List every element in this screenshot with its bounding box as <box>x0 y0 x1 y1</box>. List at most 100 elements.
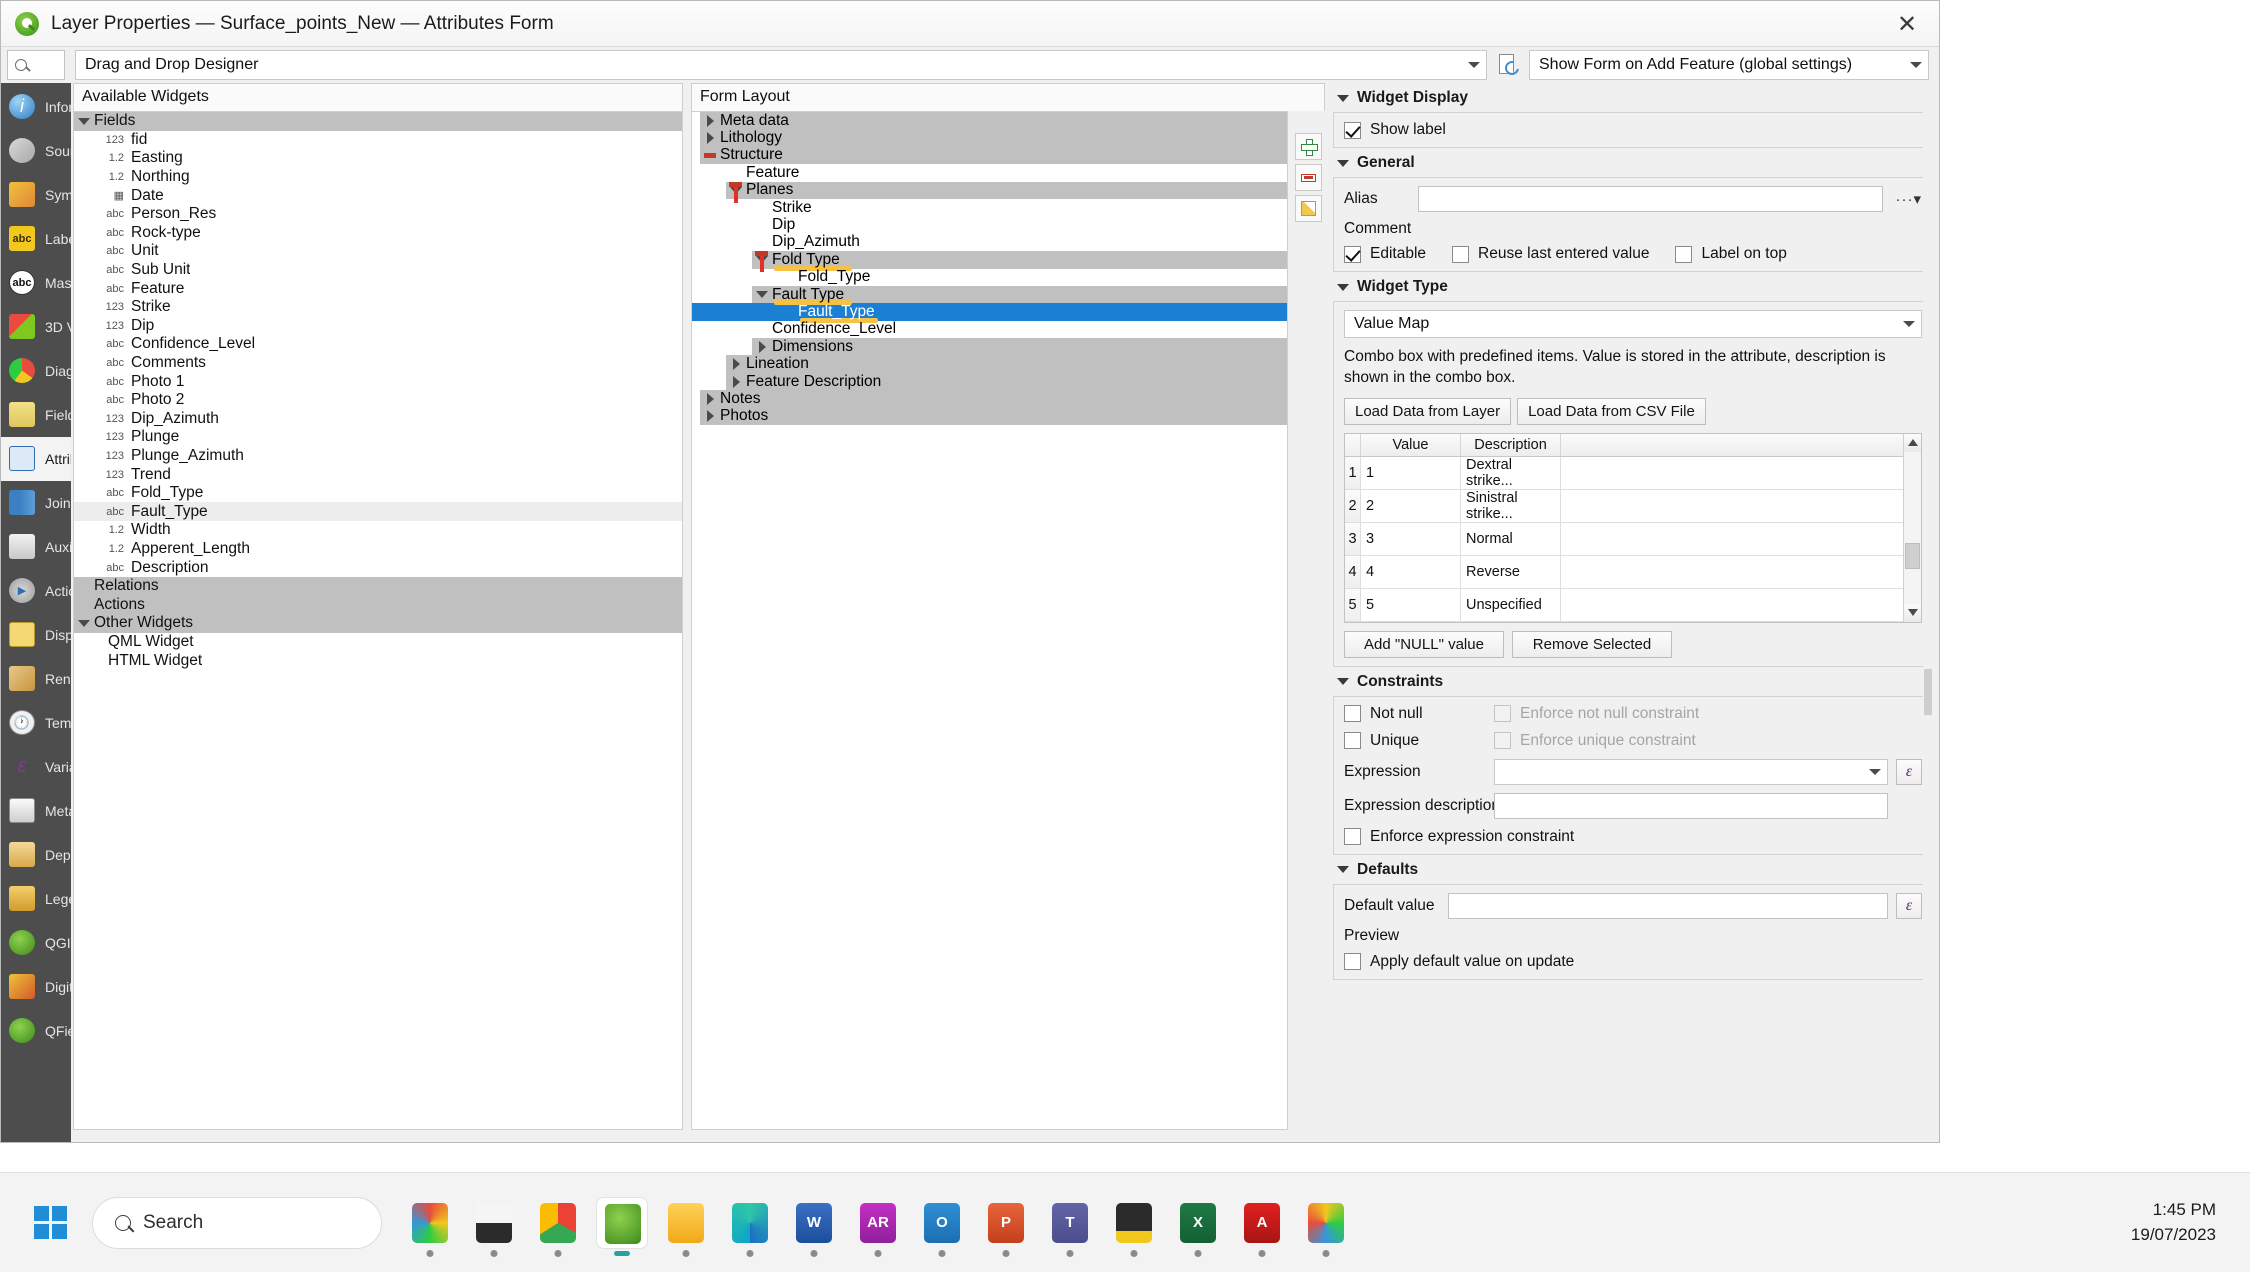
sidebar-item-source[interactable]: Source <box>1 129 71 173</box>
value-map-table[interactable]: Value Description 1 1 Dextral strike... 2 2 Sin… <box>1344 432 1922 623</box>
field-row[interactable]: abc Photo 2 <box>74 391 682 410</box>
enforce-not-null-checkbox[interactable] <box>1494 705 1511 723</box>
teams-icon[interactable]: T <box>1044 1197 1096 1257</box>
reuse-row[interactable]: Reuse last entered value <box>1452 245 1649 263</box>
field-row[interactable]: 123 Plunge <box>74 428 682 447</box>
table-row[interactable]: 3 3 Normal <box>1345 522 1903 556</box>
sidebar-item-display[interactable]: Display <box>1 613 71 657</box>
weather-widget-icon[interactable] <box>404 1197 456 1257</box>
widget-group-row[interactable]: Fields <box>74 112 682 131</box>
form-layout-group-row[interactable]: Fold Type <box>692 251 1287 273</box>
form-layout-group-row[interactable]: Structure <box>692 146 1287 165</box>
sidebar-item-masks[interactable]: abc Masks <box>1 261 71 305</box>
form-layout-group-row[interactable]: Meta data <box>692 112 1287 130</box>
field-row[interactable]: abc Unit <box>74 242 682 261</box>
default-value-field[interactable] <box>1448 892 1888 919</box>
windows-start-icon[interactable] <box>28 1201 72 1245</box>
field-row[interactable]: 123 fid <box>74 131 682 150</box>
field-row[interactable]: abc Description <box>74 558 682 577</box>
table-row[interactable]: 2 2 Sinistral strike... <box>1345 489 1903 523</box>
show-label-checkbox[interactable] <box>1344 121 1361 139</box>
sidebar-item-diagrams[interactable]: Diagrams <box>1 349 71 393</box>
enforce-expression-checkbox[interactable] <box>1344 828 1361 846</box>
form-layout-group-row[interactable]: Dimensions <box>692 338 1287 356</box>
field-row[interactable]: abc Person_Res <box>74 205 682 224</box>
table-row[interactable]: 4 4 Reverse <box>1345 555 1903 589</box>
word-icon[interactable]: W <box>788 1197 840 1257</box>
enforce-unique-row[interactable]: Enforce unique constraint <box>1494 732 1696 750</box>
defaults-header[interactable]: Defaults <box>1333 855 1933 884</box>
add-null-value-button[interactable]: Add "NULL" value <box>1344 630 1504 658</box>
field-row[interactable]: abc Photo 1 <box>74 372 682 391</box>
alias-field[interactable] <box>1418 186 1884 212</box>
table-row[interactable]: 1 1 Dextral strike... <box>1345 456 1903 490</box>
sidebar-item-fields[interactable]: Fields <box>1 393 71 437</box>
enforce-expression-row[interactable]: Enforce expression constraint <box>1344 828 1922 846</box>
powerpoint-icon[interactable]: P <box>980 1197 1032 1257</box>
reuse-last-value-checkbox[interactable] <box>1452 245 1470 263</box>
field-row[interactable]: 1.2 Northing <box>74 168 682 187</box>
sidebar-item-temporal[interactable]: 🕐 Temporal <box>1 701 71 745</box>
value-map-scrollbar[interactable] <box>1903 433 1921 622</box>
close-icon[interactable]: ✕ <box>1875 1 1939 47</box>
field-row[interactable]: abc Comments <box>74 354 682 373</box>
form-layout-group-row[interactable]: Lithology <box>692 129 1287 147</box>
epsilon-expression-icon[interactable]: ε <box>1896 758 1922 785</box>
widget-group-row[interactable]: Relations <box>74 576 682 596</box>
form-layout-group-row[interactable]: Planes <box>692 181 1287 203</box>
form-layout-group-row[interactable]: Feature Description <box>692 373 1287 391</box>
unique-checkbox[interactable] <box>1344 732 1361 750</box>
taskbar-clock[interactable]: 1:45 PM 19/07/2023 <box>2131 1198 2216 1247</box>
show-label-row[interactable]: Show label <box>1344 121 1922 139</box>
value-cell[interactable]: 1 <box>1361 456 1461 489</box>
remove-selected-button[interactable]: Remove Selected <box>1512 630 1672 658</box>
general-header[interactable]: General <box>1333 148 1933 177</box>
qgis-icon[interactable] <box>596 1196 648 1256</box>
container-style-button[interactable] <box>1294 195 1322 222</box>
scroll-down-button[interactable] <box>1904 603 1921 622</box>
add-item-button[interactable] <box>1294 133 1322 160</box>
load-data-from-csv-button[interactable]: Load Data from CSV File <box>1517 397 1706 425</box>
search-input[interactable] <box>7 50 65 80</box>
description-cell[interactable]: Sinistral strike... <box>1461 489 1561 522</box>
reload-page-icon[interactable] <box>1496 52 1522 78</box>
description-column-header[interactable]: Description <box>1461 433 1561 456</box>
widget-type-select[interactable]: Value Map <box>1344 310 1922 338</box>
field-row[interactable]: 1.2 Easting <box>74 149 682 168</box>
field-row[interactable]: abc Sub Unit <box>74 261 682 280</box>
acrobat-ar-icon[interactable]: AR <box>852 1197 904 1257</box>
field-row[interactable]: 123 Dip_Azimuth <box>74 410 682 429</box>
epsilon-expression-icon[interactable]: ε <box>1896 892 1922 919</box>
label-on-top-row[interactable]: Label on top <box>1675 245 1787 263</box>
description-cell[interactable]: Reverse <box>1461 555 1561 588</box>
scroll-track[interactable] <box>1904 451 1921 604</box>
expression-description-field[interactable] <box>1494 792 1888 819</box>
task-view-icon[interactable] <box>468 1197 520 1257</box>
form-layout-group-row[interactable]: Notes <box>692 390 1287 408</box>
field-row[interactable]: 123 Trend <box>74 465 682 484</box>
sidebar-item-labels[interactable]: abc Labels <box>1 217 71 261</box>
form-layout-row[interactable]: Confidence_Level <box>692 320 1287 338</box>
scroll-thumb[interactable] <box>1905 543 1920 570</box>
field-row[interactable]: abc Fault_Type <box>74 502 682 522</box>
unique-row[interactable]: Unique <box>1344 732 1494 750</box>
field-row[interactable]: abc Feature <box>74 279 682 298</box>
description-cell[interactable]: Normal <box>1461 522 1561 555</box>
field-row[interactable]: abc Rock-type <box>74 224 682 243</box>
field-row[interactable]: QML Widget <box>74 633 682 652</box>
sidebar-item-information[interactable]: i Information <box>1 85 71 129</box>
apply-default-on-update-row[interactable]: Apply default value on update <box>1344 953 1922 971</box>
sidebar-item-3d-view[interactable]: 3D View <box>1 305 71 349</box>
enforce-unique-checkbox[interactable] <box>1494 732 1511 750</box>
field-row[interactable]: 1.2 Width <box>74 521 682 540</box>
load-data-from-layer-button[interactable]: Load Data from Layer <box>1344 397 1512 425</box>
widget-type-header[interactable]: Widget Type <box>1333 272 1933 301</box>
chrome-icon[interactable] <box>532 1197 584 1257</box>
widget-group-row[interactable]: Actions <box>74 595 682 615</box>
editable-checkbox[interactable] <box>1344 245 1361 263</box>
form-layout-group-row[interactable]: Fault Type <box>692 286 1287 306</box>
sidebar-item-qgis-server[interactable]: QGIS Server <box>1 921 71 965</box>
label-on-top-checkbox[interactable] <box>1675 245 1693 263</box>
form-layout-row[interactable]: Feature <box>692 164 1287 181</box>
available-widgets-tree[interactable]: Fields 123 fid 1.2 Easting 1.2 Northing ▦ Date ab… <box>73 111 683 1130</box>
